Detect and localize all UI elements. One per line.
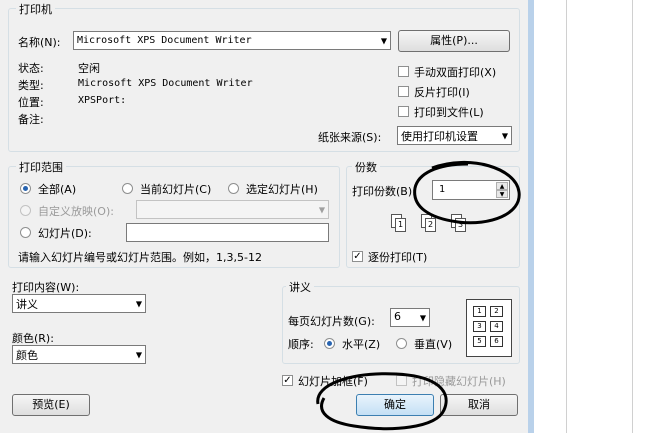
annotation-circle-ok (316, 372, 448, 431)
annotation-layer (316, 160, 521, 431)
annotation-circle-copies (413, 160, 521, 225)
